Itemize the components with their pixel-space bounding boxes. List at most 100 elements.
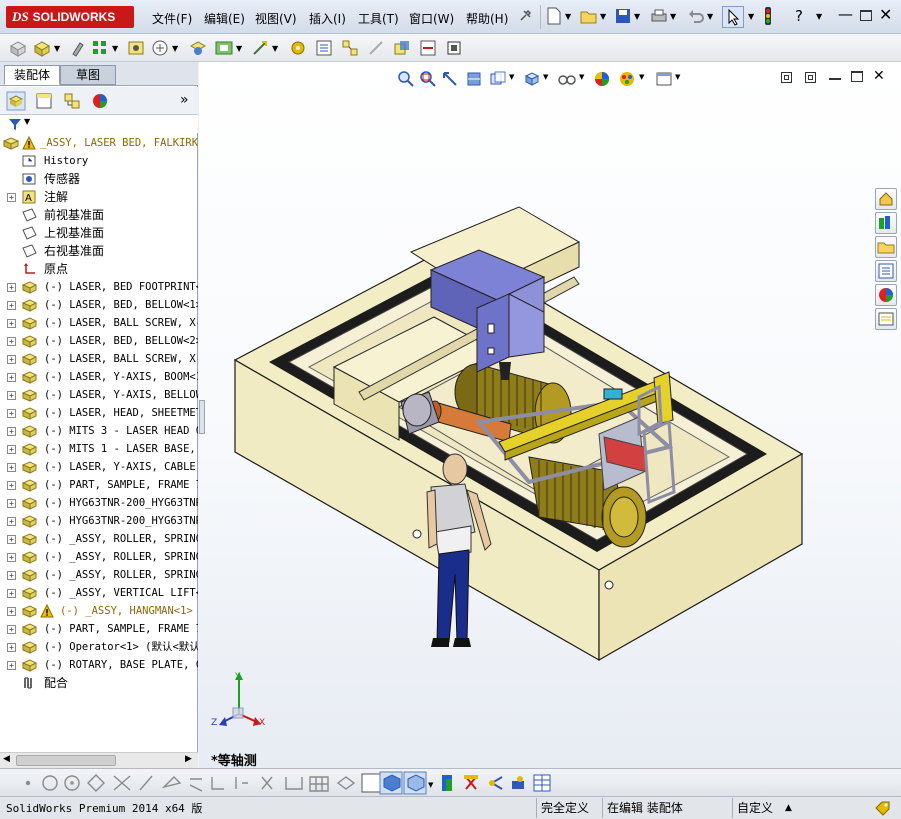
tree-item[interactable]: + (-) LASER, BED, BELLOW<2> [0,332,198,350]
chevron-down-icon[interactable]: ▼ [54,44,60,53]
chevron-down-icon[interactable]: ▼ [236,44,242,53]
new-document-icon[interactable] [546,7,562,25]
expand-toggle-icon[interactable]: + [7,373,16,382]
file-explorer-button[interactable] [875,236,897,258]
solidworks-logo[interactable]: DS SOLIDWORKS [6,6,134,28]
expand-toggle-icon[interactable]: + [7,607,16,616]
expand-toggle-icon[interactable]: + [7,319,16,328]
expand-toggle-icon[interactable]: + [7,193,16,202]
expand-toggle-icon[interactable]: + [7,283,16,292]
tree-item[interactable]: + (-) LASER, Y-AXIS, BOOM<1> [0,368,198,386]
expand-toggle-icon[interactable]: + [7,463,16,472]
menu-window[interactable]: 窗口(W) [409,10,454,27]
save-icon[interactable] [615,8,631,24]
insert-component-icon[interactable] [32,38,52,58]
expand-panel-icon[interactable]: » [180,92,189,108]
tree-item[interactable]: + (-) LASER, HEAD, SHEETMETAL [0,404,198,422]
feature-manager-icon[interactable] [6,91,26,111]
reference-geometry-icon[interactable] [250,38,270,58]
tree-item[interactable]: + (-) LASER, Y-AXIS, BELLOW [0,386,198,404]
select-button[interactable] [722,6,744,28]
bill-of-materials-icon[interactable] [314,38,334,58]
expand-toggle-icon[interactable]: + [7,499,16,508]
graphics-area[interactable]: ▼ ▼ ▼ ▼ ▼ ✕ Y X Z *等轴测 [199,62,901,769]
exploded-view-icon[interactable] [340,38,360,58]
expand-toggle-icon[interactable]: + [7,391,16,400]
tree-item[interactable]: + (-) _ASSY, HANGMAN<1> [0,602,198,620]
tree-root[interactable]: _ASSY, LASER BED, FALKIRK [0,134,198,152]
minimize-icon[interactable]: — [838,5,853,23]
tree-item[interactable]: 传感器 [0,170,198,188]
chevron-down-icon[interactable]: ▼ [24,117,30,126]
tree-item[interactable]: + (-) PART, SAMPLE, FRAME 7 [0,620,198,638]
tree-item[interactable]: + (-) _ASSY, VERTICAL LIFT< [0,584,198,602]
solidworks-resources-button[interactable] [875,188,897,210]
chevron-down-icon[interactable]: ▼ [272,44,278,53]
pin-icon[interactable] [517,8,533,24]
tree-item[interactable]: 右视基准面 [0,242,198,260]
chevron-down-icon[interactable]: ▼ [600,12,606,21]
tree-item[interactable]: + (-) _ASSY, ROLLER, SPRING [0,530,198,548]
units-selector[interactable]: 自定义 ▲ [732,798,862,818]
tab-sketch[interactable]: 草图 [60,65,116,85]
scroll-left-icon[interactable]: ◀ [3,754,10,764]
tree-item[interactable]: + (-) LASER, Y-AXIS, CABLE T [0,458,198,476]
chevron-down-icon[interactable]: ▼ [707,12,713,21]
interference-detection-icon[interactable] [392,38,412,58]
chevron-down-icon[interactable]: ▼ [112,44,118,53]
chevron-down-icon[interactable]: ▼ [670,12,676,21]
clearance-verification-icon[interactable] [418,38,438,58]
linear-pattern-icon[interactable] [90,38,110,58]
tree-item[interactable]: 配合 [0,674,198,692]
horizontal-scrollbar[interactable]: ◀ ▶ [0,752,198,768]
explode-line-sketch-icon[interactable] [366,38,386,58]
smart-fasteners-icon[interactable] [126,38,146,58]
panel-splitter-handle[interactable] [199,400,205,434]
design-library-button[interactable] [875,212,897,234]
tree-item[interactable]: + A 注解 [0,188,198,206]
tree-item[interactable]: + (-) ROTARY, BASE PLATE, CA [0,656,198,674]
display-manager-icon[interactable] [90,91,110,111]
instant3d-icon[interactable] [444,38,464,58]
expand-toggle-icon[interactable]: + [7,589,16,598]
expand-toggle-icon[interactable]: + [7,409,16,418]
tree-item[interactable]: + (-) _ASSY, ROLLER, SPRING [0,566,198,584]
menu-tools[interactable]: 工具(T) [358,10,399,27]
expand-toggle-icon[interactable]: + [7,337,16,346]
rebuild-icon[interactable] [763,6,773,26]
rebuild-tag-icon[interactable] [874,800,892,816]
expand-toggle-icon[interactable]: + [7,301,16,310]
configuration-manager-icon[interactable] [62,91,82,111]
expand-toggle-icon[interactable]: + [7,535,16,544]
chevron-down-icon[interactable]: ▼ [172,44,178,53]
tree-item[interactable]: 上视基准面 [0,224,198,242]
custom-properties-button[interactable] [875,308,897,330]
view-palette-button[interactable] [875,260,897,282]
scroll-right-icon[interactable]: ▶ [185,754,192,764]
assembly-icon[interactable] [8,38,28,58]
print-icon[interactable] [650,8,668,24]
expand-toggle-icon[interactable]: + [7,481,16,490]
property-manager-icon[interactable] [34,91,54,111]
new-motion-study-icon[interactable] [288,38,308,58]
move-component-icon[interactable] [150,38,170,58]
tree-item[interactable]: + (-) LASER, BED, BELLOW<1> [0,296,198,314]
menu-insert[interactable]: 插入(I) [309,10,346,27]
tree-item[interactable]: + (-) HYG63TNR-200_HYG63TNR- [0,512,198,530]
show-hidden-components-icon[interactable] [188,38,208,58]
tree-item[interactable]: + (-) _ASSY, ROLLER, SPRING [0,548,198,566]
laser-bed-assembly-model[interactable] [199,62,901,768]
menu-edit[interactable]: 编辑(E) [204,10,245,27]
tree-item[interactable]: + (-) PART, SAMPLE, FRAME 7 [0,476,198,494]
close-icon[interactable]: ✕ [879,5,892,24]
mate-icon[interactable] [68,38,88,58]
open-folder-icon[interactable] [580,8,598,24]
tree-item[interactable]: + (-) HYG63TNR-200_HYG63TNR- [0,494,198,512]
expand-toggle-icon[interactable]: + [7,643,16,652]
tree-item[interactable]: + (-) LASER, BED FOOTPRINT<1> [0,278,198,296]
expand-toggle-icon[interactable]: + [7,661,16,670]
expand-toggle-icon[interactable]: + [7,625,16,634]
chevron-down-icon[interactable]: ▼ [748,12,754,21]
help-icon[interactable]: ? [795,7,803,25]
tree-item[interactable]: + (-) MITS 3 - LASER HEAD 01 [0,422,198,440]
